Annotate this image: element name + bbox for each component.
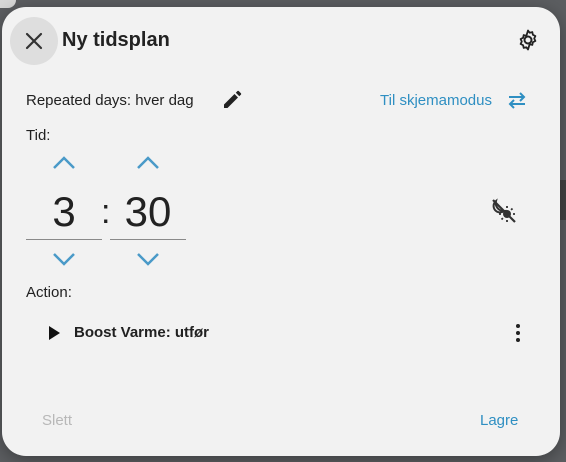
action-row[interactable]: Boost Varme: utfør [26,315,536,351]
hour-down-button[interactable] [50,249,78,269]
hour-up-button[interactable] [50,153,78,173]
dots-vertical-icon[interactable] [506,321,530,345]
schedule-dialog: Ny tidsplan Repeated days: hver dag Til … [2,7,560,456]
backdrop-shape [560,180,566,220]
close-icon [25,32,43,50]
repeat-row: Repeated days: hver dag Til skjemamodus [26,87,536,115]
hour-field[interactable]: 3 [26,185,102,240]
pencil-icon[interactable] [220,88,244,112]
minute-up-button[interactable] [134,153,162,173]
action-label: Action: [26,284,72,301]
swap-horizontal-icon[interactable] [506,89,528,111]
dialog-header: Ny tidsplan [2,7,560,71]
minute-field[interactable]: 30 [110,185,186,240]
delete-button[interactable]: Slett [42,412,72,429]
form-mode-link[interactable]: Til skjemamodus [380,92,492,109]
play-icon[interactable] [46,325,62,341]
action-text: Boost Varme: utfør [74,324,210,341]
close-button[interactable] [10,17,58,65]
dialog-title: Ny tidsplan [62,29,170,51]
gear-icon[interactable] [516,28,540,52]
save-button[interactable]: Lagre [480,412,518,429]
minute-down-button[interactable] [134,249,162,269]
time-label: Tid: [26,127,51,144]
repeated-days-label: Repeated days: hver dag [26,92,194,109]
sun-moon-off-icon[interactable] [490,197,518,225]
